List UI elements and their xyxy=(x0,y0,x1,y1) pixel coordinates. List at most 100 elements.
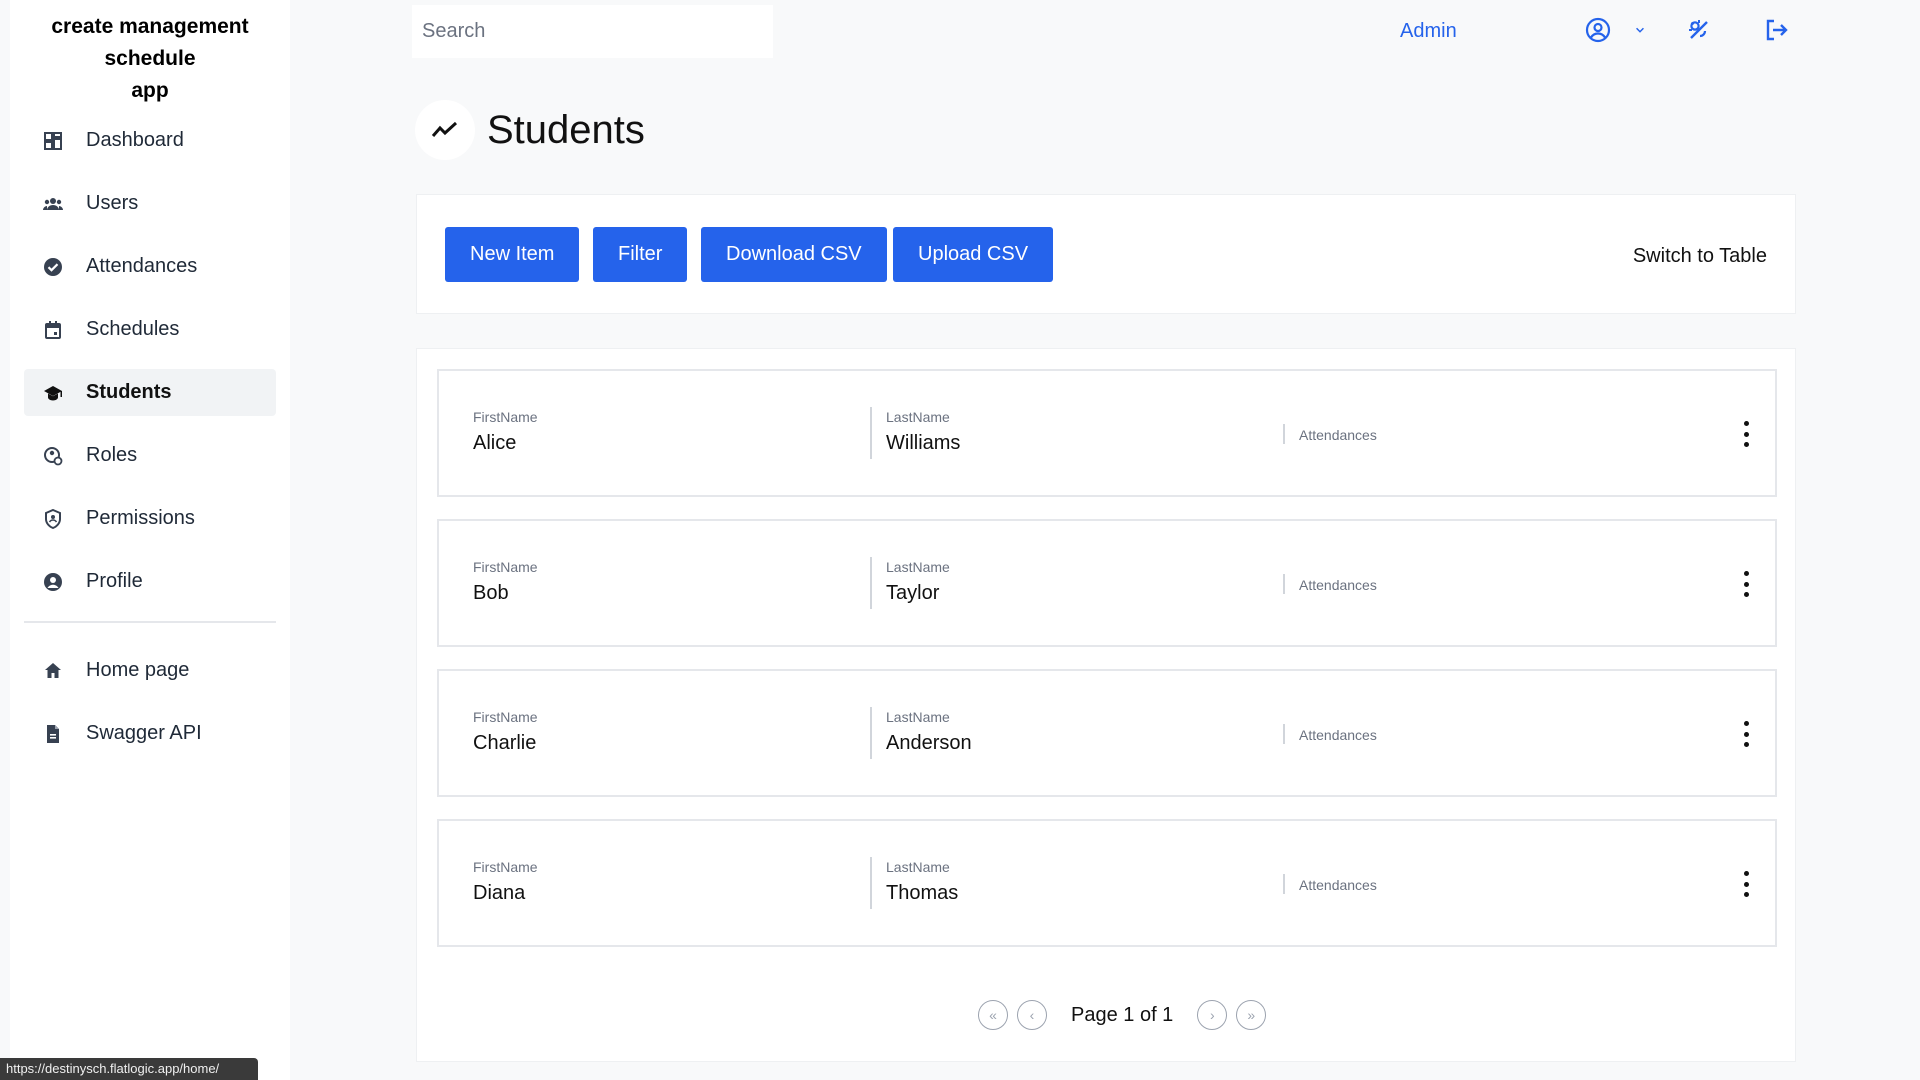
logout-icon[interactable] xyxy=(1760,14,1792,46)
field-divider xyxy=(870,857,872,909)
search-input[interactable] xyxy=(412,5,773,58)
sidebar-item-label: Roles xyxy=(86,444,138,466)
sidebar-item-label: Dashboard xyxy=(86,129,184,151)
sidebar-item-profile[interactable]: Profile xyxy=(24,558,276,605)
sidebar-item-home-page[interactable]: Home page xyxy=(24,647,276,694)
field-label: FirstName xyxy=(473,709,538,725)
attendances-label: Attendances xyxy=(1299,877,1377,893)
pagination: « ‹ Page 1 of 1 › » xyxy=(978,1000,1267,1030)
sidebar-menu: Dashboard Users Attendances Schedules St… xyxy=(10,117,290,757)
user-menu-label[interactable]: Admin xyxy=(1400,20,1457,43)
dashboard-icon xyxy=(42,130,64,152)
sidebar-item-label: Permissions xyxy=(86,507,195,529)
calendar-icon xyxy=(42,319,64,341)
filter-button[interactable]: Filter xyxy=(593,227,688,282)
sidebar-item-roles[interactable]: Roles xyxy=(24,432,276,479)
trend-icon xyxy=(415,100,475,160)
more-options-icon[interactable] xyxy=(1741,421,1751,447)
chevron-down-icon[interactable] xyxy=(1626,14,1654,46)
more-options-icon[interactable] xyxy=(1741,721,1751,747)
field-label: FirstName xyxy=(473,559,538,575)
field-value: Bob xyxy=(473,582,509,604)
field-divider xyxy=(1283,874,1285,894)
status-bar-url: https://destinysch.flatlogic.app/home/ xyxy=(0,1058,258,1080)
upload-csv-button[interactable]: Upload CSV xyxy=(893,227,1054,282)
field-value: Charlie xyxy=(473,732,537,754)
last-name-field: LastName Thomas xyxy=(886,859,958,905)
app-title-line1: create management schedule xyxy=(51,15,249,70)
sidebar-item-students[interactable]: Students xyxy=(24,369,276,416)
last-page-icon[interactable]: » xyxy=(1236,1000,1267,1030)
switch-to-table-link[interactable]: Switch to Table xyxy=(1633,245,1767,268)
more-options-icon[interactable] xyxy=(1741,871,1751,897)
field-label: LastName xyxy=(886,709,950,725)
sidebar-item-label: Students xyxy=(86,381,172,403)
toolbar: New Item Filter Download CSV Upload CSV … xyxy=(416,194,1796,314)
app-title-line2: app xyxy=(131,79,169,102)
sidebar-item-label: Attendances xyxy=(86,255,198,277)
last-name-field: LastName Williams xyxy=(886,409,960,455)
list-item[interactable]: FirstName Charlie LastName Anderson Atte… xyxy=(437,669,1777,797)
new-item-button[interactable]: New Item xyxy=(445,227,580,282)
list-item[interactable]: FirstName Alice LastName Williams Attend… xyxy=(437,369,1777,497)
profile-icon xyxy=(42,571,64,593)
field-divider xyxy=(1283,574,1285,594)
attendances-label: Attendances xyxy=(1299,727,1377,743)
students-list: FirstName Alice LastName Williams Attend… xyxy=(416,348,1796,1062)
download-csv-button[interactable]: Download CSV xyxy=(701,227,887,282)
field-label: FirstName xyxy=(473,409,538,425)
sidebar-item-schedules[interactable]: Schedules xyxy=(24,306,276,353)
sidebar-item-swagger-api[interactable]: Swagger API xyxy=(24,710,276,757)
user-circle-icon[interactable] xyxy=(1582,14,1614,46)
shield-icon xyxy=(42,508,64,530)
roles-icon xyxy=(42,445,64,467)
field-label: LastName xyxy=(886,859,950,875)
attendances-label: Attendances xyxy=(1299,577,1377,593)
field-label: LastName xyxy=(886,559,950,575)
attendances-label: Attendances xyxy=(1299,427,1377,443)
next-page-icon[interactable]: › xyxy=(1197,1000,1228,1030)
sidebar-item-permissions[interactable]: Permissions xyxy=(24,495,276,542)
field-label: LastName xyxy=(886,409,950,425)
field-divider xyxy=(1283,424,1285,444)
sidebar-item-attendances[interactable]: Attendances xyxy=(24,243,276,290)
field-value: Taylor xyxy=(886,582,940,604)
prev-page-icon[interactable]: ‹ xyxy=(1017,1000,1047,1030)
field-label: FirstName xyxy=(473,859,538,875)
field-value: Anderson xyxy=(886,732,972,754)
field-value: Diana xyxy=(473,882,526,904)
field-divider xyxy=(870,557,872,609)
sidebar-item-label: Home page xyxy=(86,659,190,681)
last-name-field: LastName Anderson xyxy=(886,709,972,755)
first-page-icon[interactable]: « xyxy=(978,1000,1008,1030)
field-value: Williams xyxy=(886,432,961,454)
sidebar-item-label: Swagger API xyxy=(86,722,202,744)
more-options-icon[interactable] xyxy=(1741,571,1751,597)
sidebar: create management schedule app Dashboard… xyxy=(10,0,290,1080)
app-title: create management schedule app xyxy=(10,0,290,107)
check-circle-icon xyxy=(42,256,64,278)
field-divider xyxy=(870,707,872,759)
sidebar-item-users[interactable]: Users xyxy=(24,180,276,227)
page-title: Students xyxy=(487,107,645,152)
theme-toggle-icon[interactable] xyxy=(1683,14,1715,46)
sidebar-item-label: Profile xyxy=(86,570,143,592)
page-indicator: Page 1 of 1 xyxy=(1071,1003,1174,1026)
document-icon xyxy=(42,723,64,745)
sidebar-item-label: Users xyxy=(86,192,139,214)
home-icon xyxy=(42,660,64,682)
sidebar-divider xyxy=(24,621,276,623)
sidebar-item-dashboard[interactable]: Dashboard xyxy=(24,117,276,164)
graduation-cap-icon xyxy=(42,382,64,404)
first-name-field: FirstName Bob xyxy=(473,559,538,605)
users-icon xyxy=(42,193,64,215)
list-item[interactable]: FirstName Bob LastName Taylor Attendance… xyxy=(437,519,1777,647)
field-value: Alice xyxy=(473,432,517,454)
field-divider xyxy=(1283,724,1285,744)
field-divider xyxy=(870,407,872,459)
list-item[interactable]: FirstName Diana LastName Thomas Attendan… xyxy=(437,819,1777,947)
first-name-field: FirstName Charlie xyxy=(473,709,538,755)
last-name-field: LastName Taylor xyxy=(886,559,950,605)
page-header: Students xyxy=(415,100,645,160)
first-name-field: FirstName Diana xyxy=(473,859,538,905)
